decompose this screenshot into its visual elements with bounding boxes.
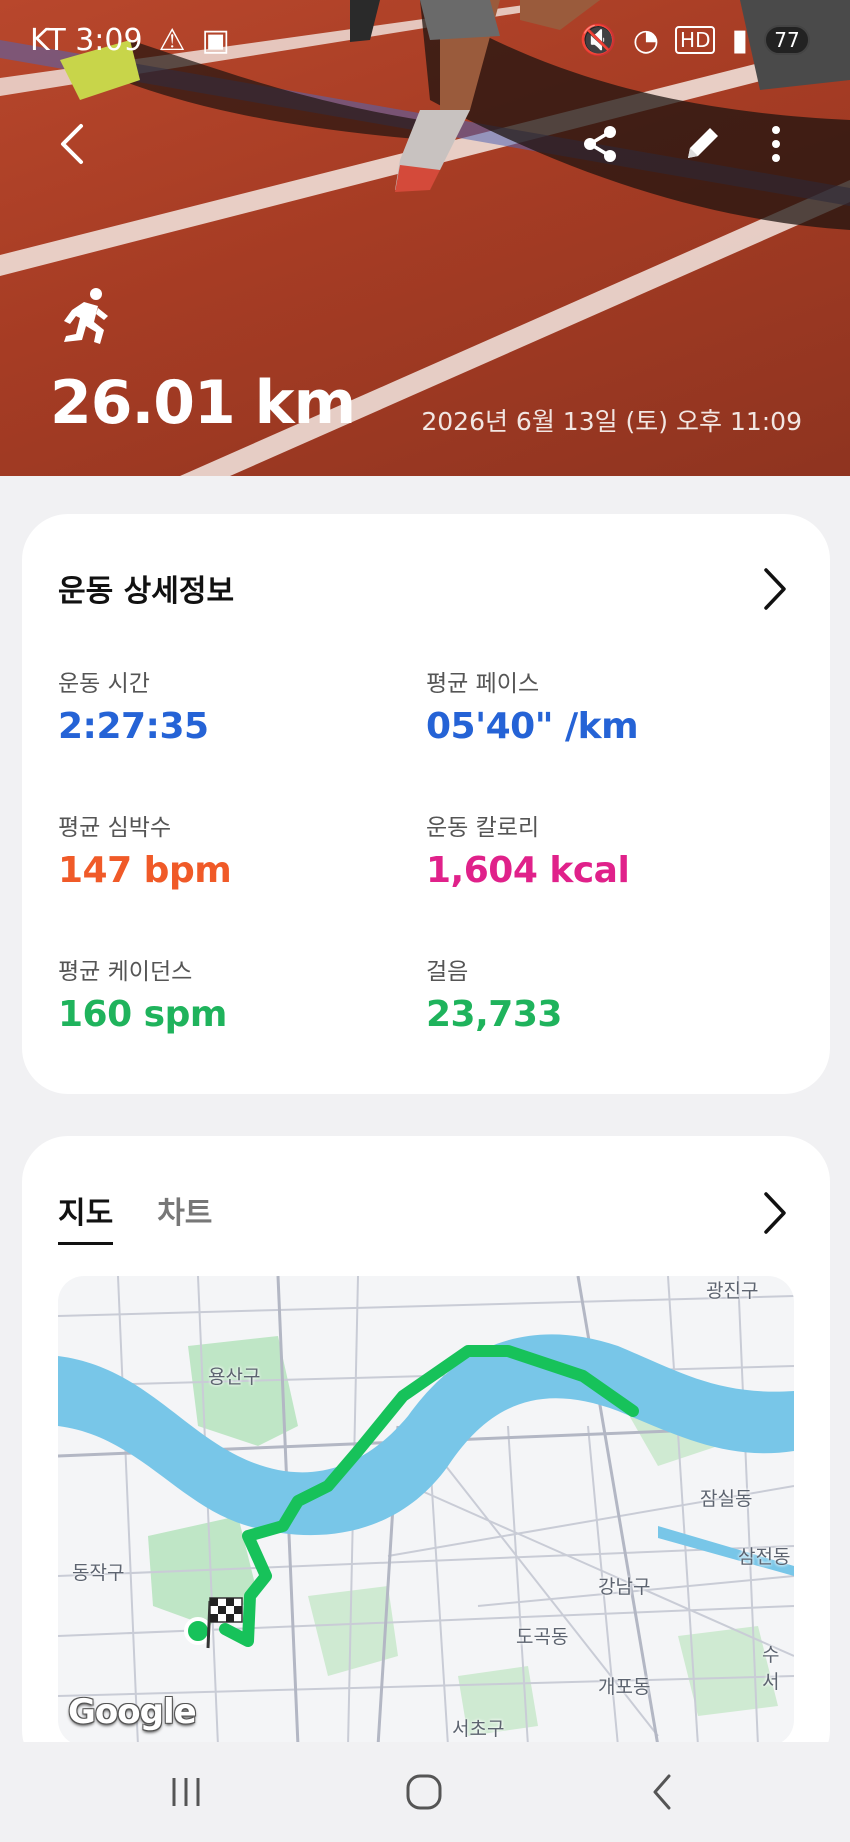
stat-value: 147 bpm [58,850,232,891]
running-person-icon [64,288,108,344]
stat-avg-cadence: 평균 케이던스 160 spm [58,952,227,1035]
stat-label: 평균 심박수 [58,815,172,841]
google-logo: Google [68,1692,197,1732]
back-button[interactable] [40,112,104,176]
map-label-dogok: 도곡동 [516,1626,569,1648]
more-button[interactable] [744,112,808,176]
start-marker-icon [184,1617,212,1645]
top-toolbar [0,112,850,176]
stat-avg-heart-rate: 평균 심박수 147 bpm [58,808,232,891]
map-label-suseo: 수서 [762,1644,780,1693]
map-chevron-right-icon[interactable] [754,1188,794,1238]
mute-icon: 🔇 [579,22,617,58]
details-chevron-right-icon[interactable] [754,564,794,614]
workout-details-card: 운동 상세정보 운동 시간 2:27:35 평균 페이스 05'40" /km … [22,514,830,1094]
map-label-dongjak: 동작구 [72,1562,125,1584]
stat-avg-pace: 평균 페이스 05'40" /km [426,664,639,747]
details-title: 운동 상세정보 [58,574,235,609]
edit-icon [688,128,718,158]
more-vertical-icon [772,126,780,162]
stat-calories: 운동 칼로리 1,604 kcal [426,808,630,891]
wifi-icon: ◔ [632,22,660,58]
recents-icon [172,1778,200,1806]
stat-label: 운동 칼로리 [426,815,540,841]
edit-button[interactable] [670,112,734,176]
battery-indicator: 77 [764,25,810,55]
stat-label: 평균 페이스 [426,671,540,697]
signal-icon: ▮ [731,22,748,58]
map-label-jamsil: 잠실동 [700,1488,753,1510]
route-map[interactable]: 광진구 용산구 잠실동 삼전동 동작구 강남구 도곡동 수서 개포동 서초구 G… [58,1276,794,1746]
hero-header: KT 3:09 ⚠ ▣ 🔇 ◔ HD ▮ 77 26.01 km 2026년 6… [0,0,850,476]
stat-value: 2:27:35 [58,706,209,747]
share-button[interactable] [568,112,632,176]
home-icon [406,1774,442,1810]
stat-steps: 걸음 23,733 [426,952,562,1035]
stat-label: 걸음 [426,959,469,985]
total-distance: 26.01 km [50,368,356,438]
home-button[interactable] [384,1760,464,1824]
map-canvas [58,1276,794,1746]
nav-back-button[interactable] [622,1760,702,1824]
nav-back-icon [653,1774,671,1810]
map-label-yongsan: 용산구 [208,1366,261,1388]
back-icon [61,124,83,164]
map-label-samseong: 삼전동 [738,1546,791,1568]
system-nav-bar [0,1742,850,1842]
status-bar: KT 3:09 ⚠ ▣ 🔇 ◔ HD ▮ 77 [0,0,850,80]
stat-value: 160 spm [58,994,227,1035]
gallery-icon: ▣ [201,22,230,58]
workout-datetime: 2026년 6월 13일 (토) 오후 11:09 [421,407,802,436]
stat-value: 05'40" /km [426,706,639,747]
stat-label: 평균 케이던스 [58,959,193,985]
recents-button[interactable] [146,1760,226,1824]
map-label-gangnam: 강남구 [598,1576,651,1598]
map-label-seocho: 서초구 [452,1718,505,1740]
map-chart-tabs: 지도 차트 [58,1188,212,1245]
map-card: 지도 차트 광진구 용산구 잠실동 삼전동 동작구 강남구 도곡동 수서 개포동… [22,1136,830,1776]
alert-icon: ⚠ [158,22,186,58]
stat-value: 23,733 [426,994,562,1035]
tab-chart[interactable]: 차트 [157,1188,212,1245]
status-time: KT 3:09 [30,22,143,58]
stat-duration: 운동 시간 2:27:35 [58,664,209,747]
share-icon [584,126,616,162]
hd-icon: HD [675,26,716,54]
tab-map[interactable]: 지도 [58,1188,114,1245]
map-label-gwangjin: 광진구 [706,1280,759,1302]
stat-value: 1,604 kcal [426,850,630,891]
stat-label: 운동 시간 [58,671,150,697]
map-label-gaepo: 개포동 [598,1676,651,1698]
